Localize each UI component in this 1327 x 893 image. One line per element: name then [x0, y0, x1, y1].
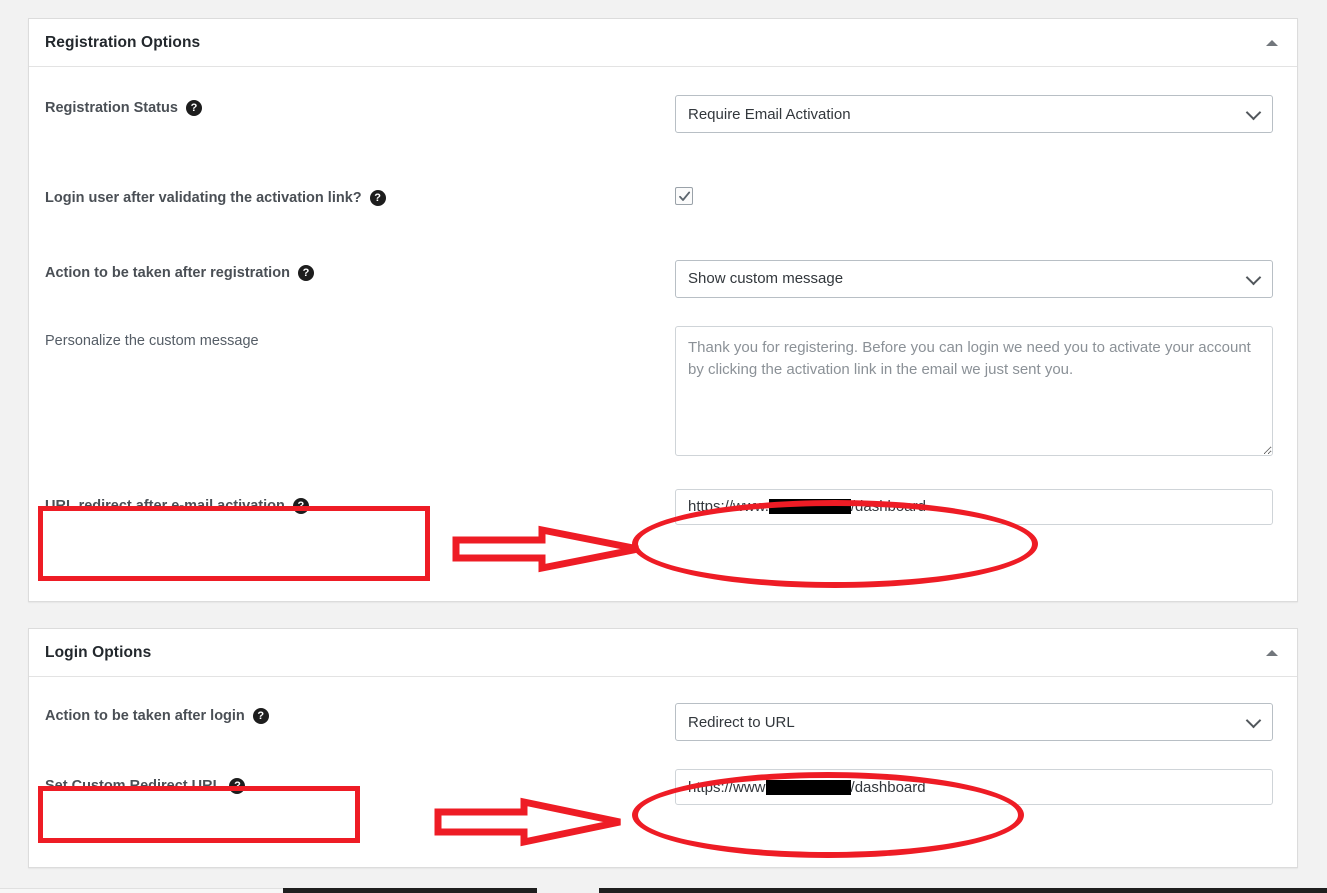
- label-registration-status-text: Registration Status: [45, 100, 178, 116]
- caret-up-glyph: [1266, 39, 1278, 46]
- caret-up-glyph: [1266, 649, 1278, 656]
- control-action-after-registration: Show custom message: [675, 259, 1281, 298]
- control-custom-message: [675, 325, 1281, 461]
- url-redirect-activation-input[interactable]: https://www. /dashboard: [675, 488, 1273, 525]
- registration-status-select[interactable]: Require Email Activation: [675, 95, 1273, 133]
- row-action-after-login: Action to be taken after login ? Redirec…: [45, 703, 1281, 741]
- label-url-redirect-activation-text: URL redirect after e-mail activation: [45, 497, 285, 514]
- label-custom-redirect-url-text: Set Custom Redirect URL: [45, 778, 222, 794]
- caret-up-icon[interactable]: [1261, 32, 1283, 54]
- question-mark-icon[interactable]: ?: [292, 498, 309, 515]
- label-action-after-login: Action to be taken after login ?: [45, 703, 675, 726]
- registration-options-panel: Registration Options Registration Status…: [28, 18, 1298, 602]
- label-registration-status: Registration Status ?: [45, 95, 675, 118]
- login-options-panel: Login Options Action to be taken after l…: [28, 628, 1298, 868]
- question-mark-icon[interactable]: ?: [229, 778, 246, 795]
- registration-options-header[interactable]: Registration Options: [29, 19, 1297, 67]
- label-url-redirect-activation: URL redirect after e-mail activation ?: [45, 489, 675, 516]
- label-custom-redirect-url: Set Custom Redirect URL ?: [45, 769, 675, 796]
- app-screen: Registration Options Registration Status…: [0, 0, 1327, 893]
- label-login-after-activation-text: Login user after validating the activati…: [45, 190, 362, 206]
- row-custom-message: Personalize the custom message: [45, 325, 1281, 461]
- action-after-registration-select[interactable]: Show custom message: [675, 259, 1273, 298]
- control-registration-status: Require Email Activation: [675, 95, 1281, 133]
- page-title: Registration Options: [45, 33, 201, 51]
- custom-message-textarea[interactable]: [675, 325, 1273, 456]
- row-url-redirect-activation: URL redirect after e-mail activation ? h…: [45, 488, 1281, 525]
- row-action-after-registration: Action to be taken after registration ? …: [45, 259, 1281, 298]
- redacted-domain: [765, 779, 851, 795]
- label-login-after-activation: Login user after validating the activati…: [45, 185, 675, 208]
- url-suffix: /dashboard: [850, 498, 926, 516]
- action-after-login-select[interactable]: Redirect to URL: [675, 703, 1273, 741]
- login-options-title: Login Options: [45, 643, 152, 661]
- label-action-after-login-text: Action to be taken after login: [45, 708, 245, 724]
- login-options-header[interactable]: Login Options: [29, 629, 1297, 677]
- row-custom-redirect-url: Set Custom Redirect URL ? https://www/da…: [45, 769, 1281, 805]
- login-options-body: Action to be taken after login ? Redirec…: [29, 703, 1297, 805]
- redacted-domain: [768, 499, 851, 515]
- label-custom-message-text: Personalize the custom message: [45, 332, 259, 349]
- control-custom-redirect-url: https://www/dashboard: [675, 769, 1281, 805]
- question-mark-icon[interactable]: ?: [369, 190, 386, 207]
- bottom-chrome-gap: [537, 888, 599, 893]
- custom-redirect-url-input[interactable]: https://www/dashboard: [675, 769, 1273, 805]
- login-after-activation-checkbox[interactable]: [675, 187, 693, 205]
- action-after-registration-select-wrap: Show custom message: [675, 259, 1273, 298]
- row-login-after-activation: Login user after validating the activati…: [45, 185, 1281, 208]
- registration-status-select-wrap: Require Email Activation: [675, 95, 1273, 133]
- bottom-chrome-left: [0, 888, 283, 893]
- url-prefix: https://www.: [688, 498, 769, 516]
- control-url-redirect-activation: https://www. /dashboard: [675, 488, 1281, 525]
- bottom-chrome-bar: [283, 888, 1327, 893]
- url-suffix: /dashboard: [850, 778, 926, 796]
- question-mark-icon[interactable]: ?: [252, 708, 269, 725]
- registration-options-body: Registration Status ? Require Email Acti…: [29, 95, 1297, 525]
- control-action-after-login: Redirect to URL: [675, 703, 1281, 741]
- question-mark-icon[interactable]: ?: [185, 100, 202, 117]
- control-login-after-activation: [675, 185, 1281, 208]
- row-registration-status: Registration Status ? Require Email Acti…: [45, 95, 1281, 133]
- label-action-after-registration-text: Action to be taken after registration: [45, 264, 290, 281]
- caret-up-icon[interactable]: [1261, 642, 1283, 664]
- label-custom-message: Personalize the custom message: [45, 326, 675, 351]
- label-action-after-registration: Action to be taken after registration ?: [45, 260, 675, 283]
- url-prefix: https://www: [688, 778, 766, 796]
- question-mark-icon[interactable]: ?: [297, 265, 314, 282]
- action-after-login-select-wrap: Redirect to URL: [675, 703, 1273, 741]
